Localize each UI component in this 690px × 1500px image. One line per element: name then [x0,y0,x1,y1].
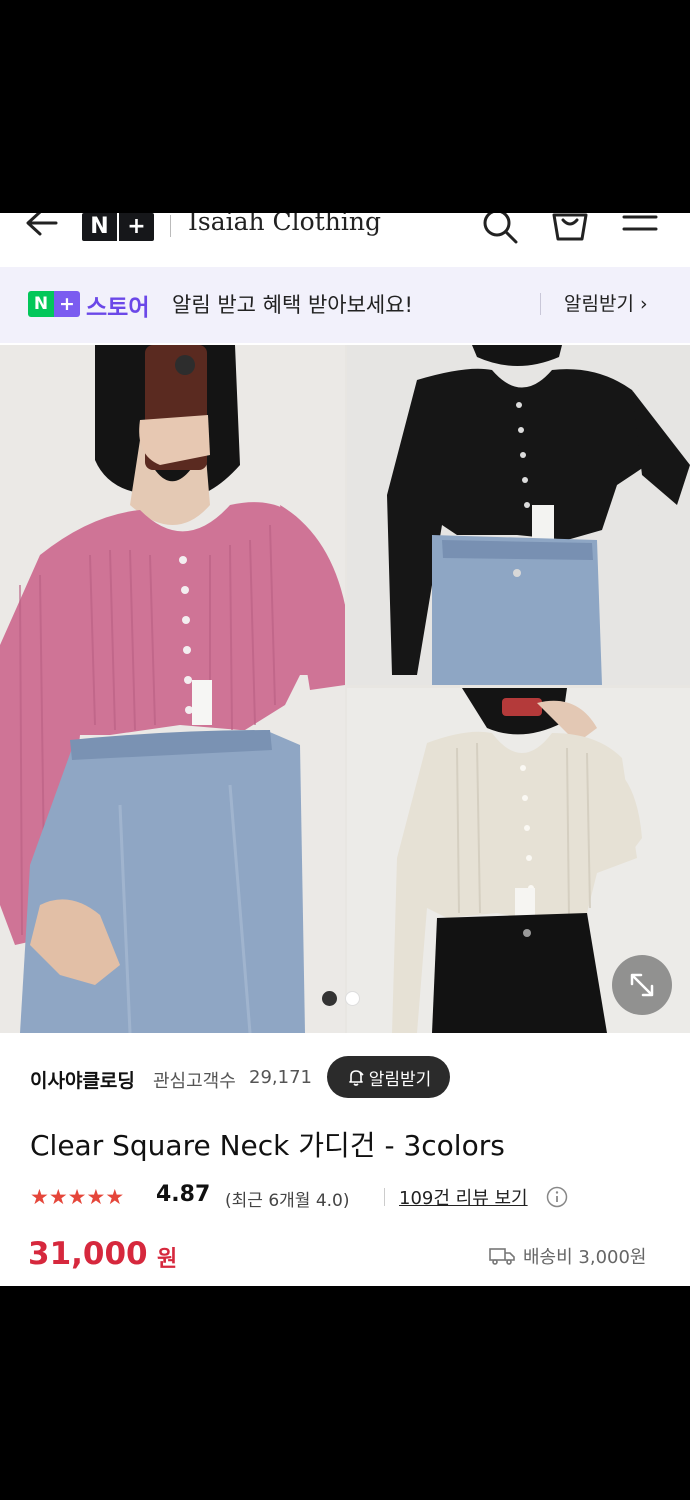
info-button[interactable] [546,1186,568,1208]
expand-image-button[interactable] [612,955,672,1015]
logo-plus: + [54,291,80,317]
followers-count: 29,171 [249,1067,312,1088]
price-unit: 원 [157,1247,178,1272]
product-image-gallery[interactable] [0,345,690,1033]
shipping-fee: 배송비 3,000원 [523,1247,647,1268]
back-button[interactable] [22,213,62,245]
product-photo-pink [0,345,345,1033]
cart-icon [552,213,588,241]
product-photo-black [347,345,690,685]
menu-icon [622,215,658,231]
cart-button[interactable] [548,213,592,247]
logo-plus: + [117,213,154,241]
product-price: 31,000 [28,1236,148,1272]
top-header: N + Isaiah Clothing [0,213,690,265]
menu-button[interactable] [616,213,660,247]
search-button[interactable] [478,213,522,247]
store-label: 스토어 [86,295,150,321]
subscribe-button[interactable]: 알림받기 [327,1056,450,1098]
truck-icon [489,1248,515,1265]
banner-subscribe-link[interactable]: 알림받기 › [564,289,648,316]
recent-rating: (최근 6개월 4.0) [225,1191,350,1211]
followers-label: 관심고객수 [153,1071,236,1092]
page-dot[interactable] [345,991,360,1006]
back-arrow-icon [26,213,58,236]
seller-name[interactable]: 이사야클로딩 [30,1066,135,1093]
expand-icon [630,973,654,997]
gallery-page-indicator[interactable] [322,991,360,1006]
star-rating: ★ ★ ★ ★ ★ [30,1184,124,1210]
star-icon: ★ [48,1185,68,1209]
rating-value: 4.87 [156,1182,211,1207]
reviews-link[interactable]: 109건 리뷰 보기 [399,1184,528,1210]
shipping-info [489,1247,515,1265]
logo-n: N [28,291,54,317]
subscribe-button-label: 알림받기 [368,1069,432,1090]
search-icon [483,213,518,244]
logo-n: N [90,214,109,239]
rating-divider [384,1188,385,1206]
product-page: N + Isaiah Clothing N + 스토어 알림 받고 혜택 받아보… [0,213,690,1286]
naver-plus-logo[interactable]: N + [82,213,154,241]
store-name[interactable]: Isaiah Clothing [188,213,381,236]
notification-banner[interactable]: N + 스토어 알림 받고 혜택 받아보세요! 알림받기 › [0,267,690,343]
bell-icon [348,1070,364,1086]
info-icon [546,1186,568,1208]
banner-divider [540,293,541,315]
page-dot[interactable] [322,991,337,1006]
star-icon: ★ [67,1185,87,1209]
star-icon: ★ [105,1185,125,1209]
banner-message: 알림 받고 혜택 받아보세요! [172,293,413,317]
header-divider [170,215,171,237]
naver-plus-store-logo: N + [28,291,80,317]
product-title: Clear Square Neck 가디건 - 3colors [30,1129,505,1162]
star-icon: ★ [30,1185,49,1209]
star-icon: ★ [86,1185,106,1209]
